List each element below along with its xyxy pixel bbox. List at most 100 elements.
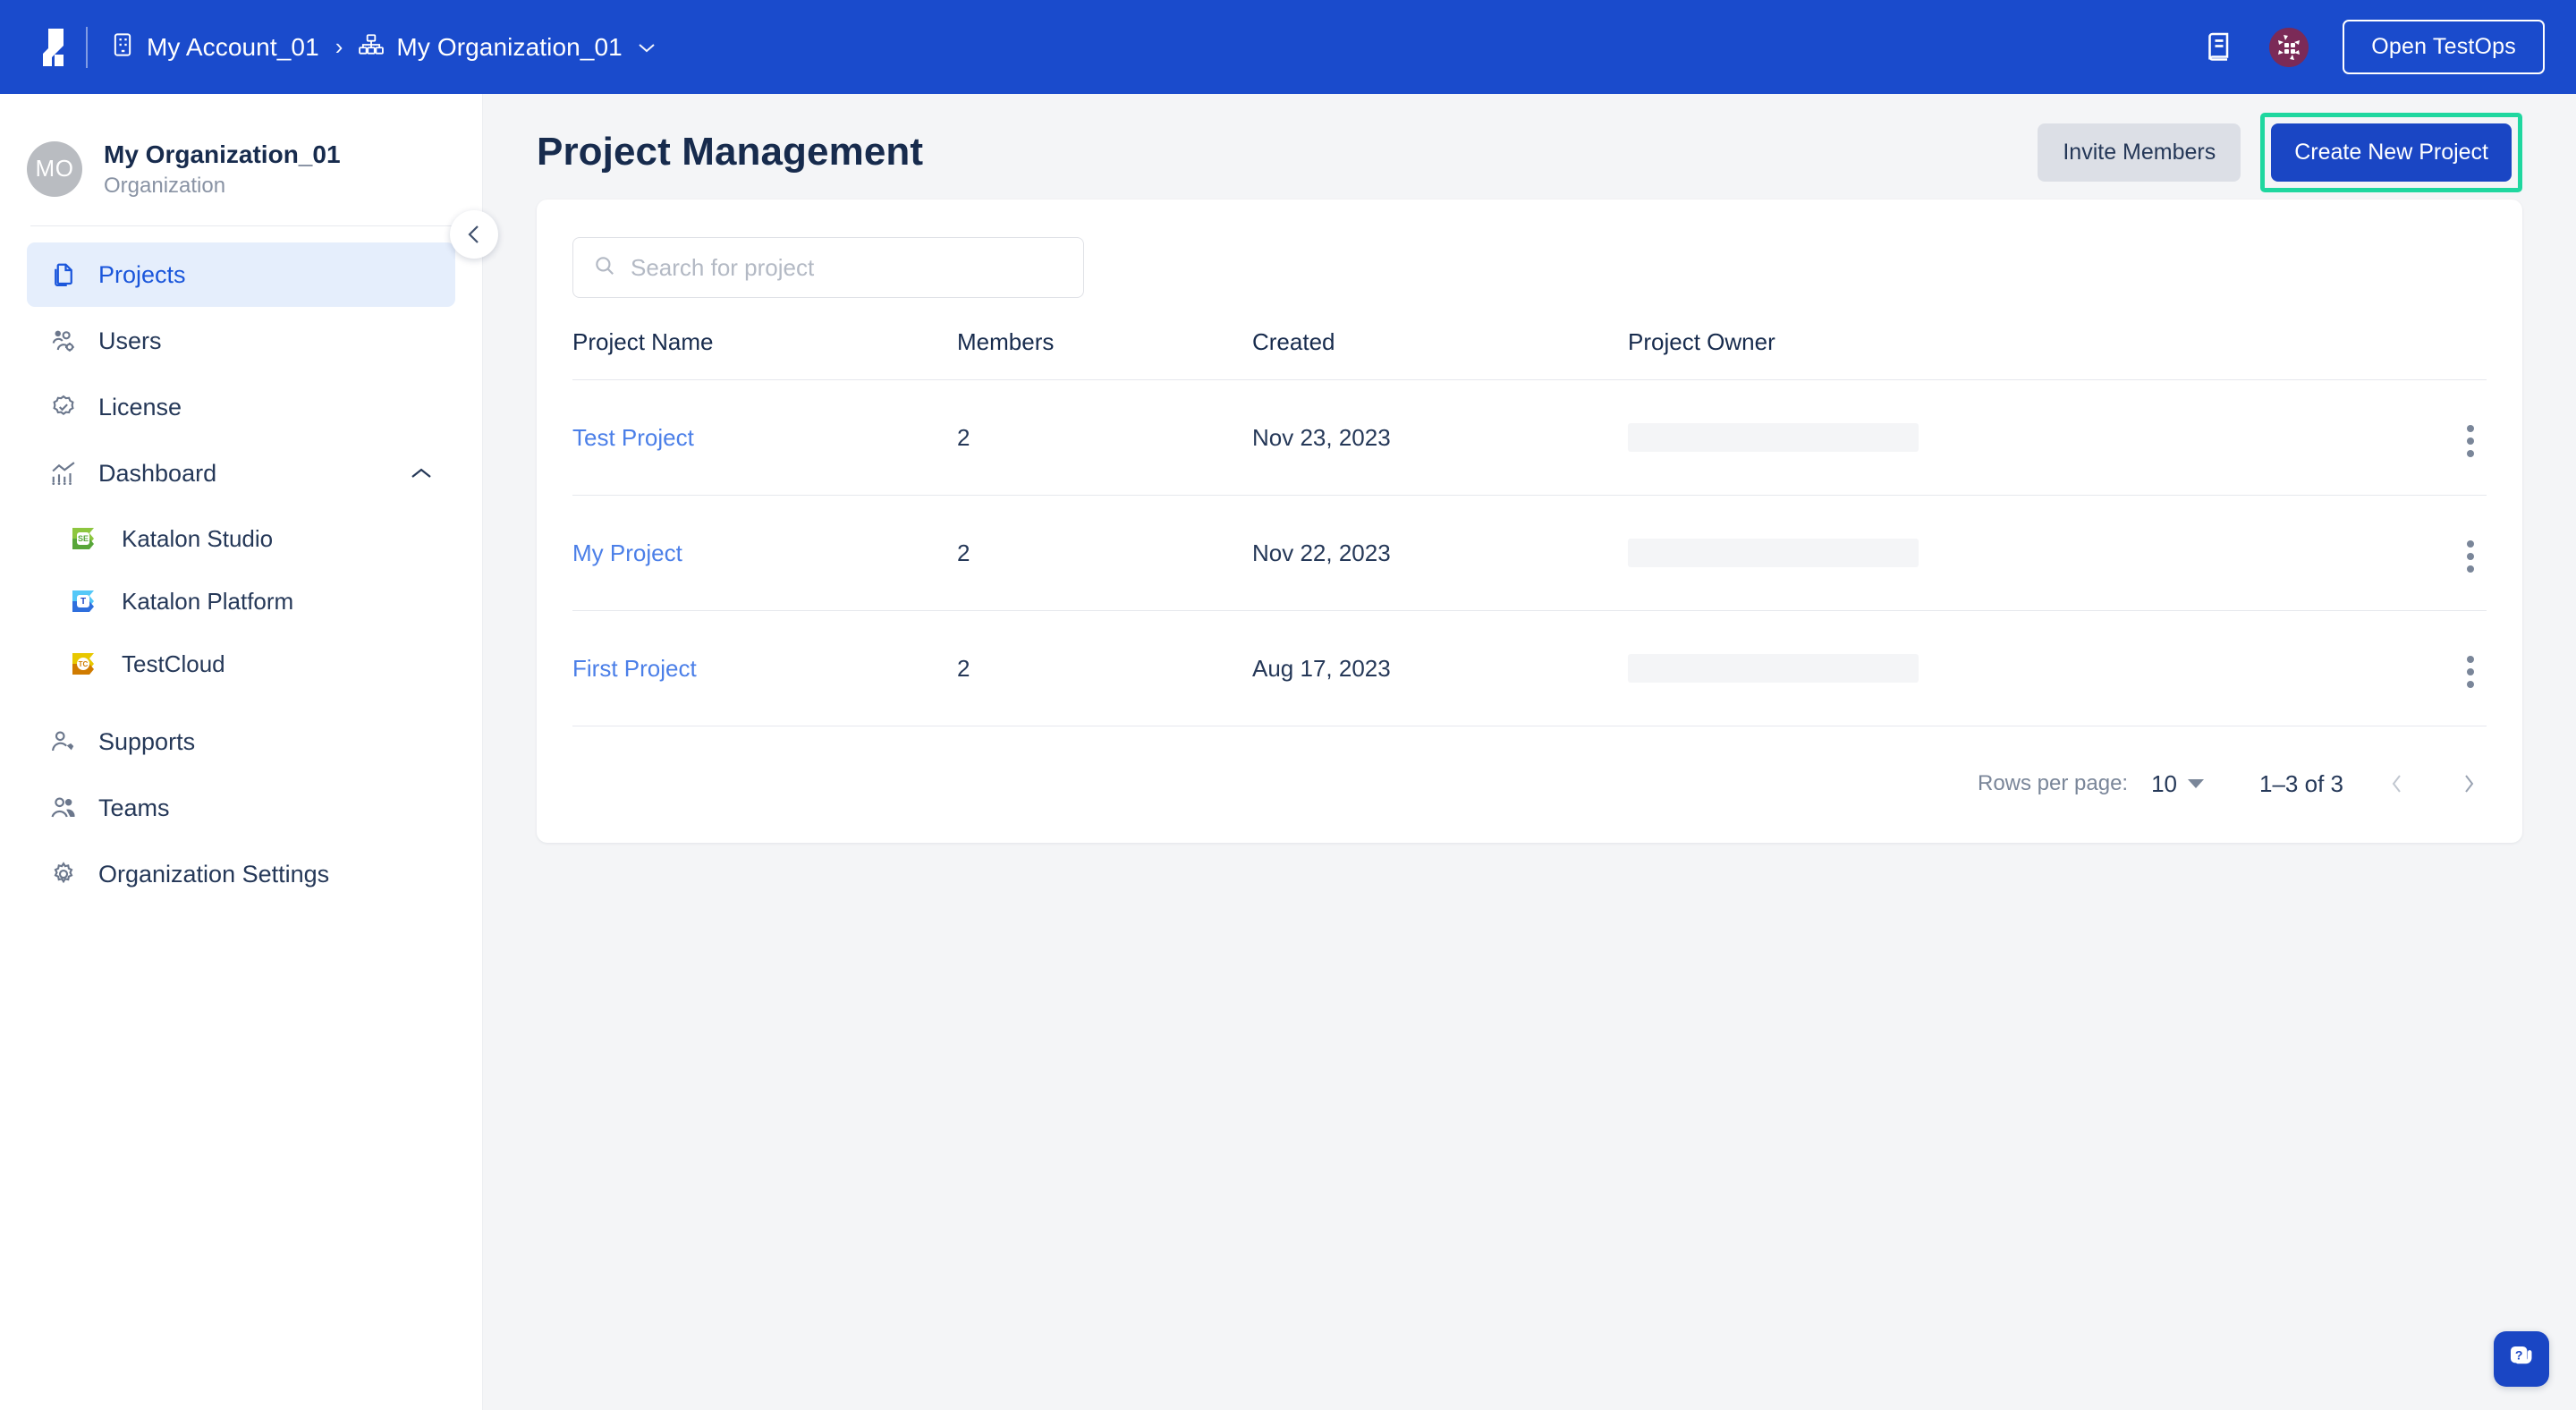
sidebar-subitem-testcloud[interactable]: TC TestCloud	[48, 633, 455, 695]
sidebar-item-supports[interactable]: Supports	[27, 709, 455, 774]
project-name-link[interactable]: First Project	[572, 655, 697, 682]
organization-subtitle: Organization	[104, 174, 341, 199]
project-owner-placeholder	[1628, 423, 1919, 452]
sidebar: MO My Organization_01 Organization Proje…	[0, 94, 483, 1410]
main-content: Project Management Invite Members Create…	[483, 94, 2576, 1410]
search-project-container[interactable]	[572, 237, 1084, 298]
more-vertical-icon[interactable]	[2454, 418, 2487, 464]
more-vertical-icon[interactable]	[2454, 649, 2487, 695]
create-new-project-button[interactable]: Create New Project	[2271, 123, 2512, 182]
rows-per-page-value: 10	[2151, 770, 2177, 798]
sidebar-item-organization-settings[interactable]: Organization Settings	[27, 842, 455, 906]
projects-card: Project Name Members Created Project Own…	[537, 200, 2522, 843]
column-header-created: Created	[1252, 328, 1628, 380]
table-header-row: Project Name Members Created Project Own…	[572, 328, 2487, 380]
chevron-up-icon[interactable]	[409, 465, 434, 481]
katalon-logo[interactable]	[29, 22, 79, 72]
sidebar-item-license-label: License	[98, 394, 182, 421]
sidebar-subitem-katalon-studio-label: Katalon Studio	[122, 525, 273, 553]
table-row: Test Project 2 Nov 23, 2023	[572, 380, 2487, 496]
header-divider	[86, 27, 88, 68]
sidebar-item-organization-settings-label: Organization Settings	[98, 861, 329, 888]
chevron-down-icon	[2188, 779, 2204, 788]
project-created-date: Nov 23, 2023	[1252, 380, 1628, 496]
people-icon	[48, 793, 79, 823]
project-created-date: Nov 22, 2023	[1252, 496, 1628, 611]
sidebar-item-users[interactable]: Users	[27, 309, 455, 373]
book-icon[interactable]	[2203, 31, 2235, 64]
sidebar-item-teams[interactable]: Teams	[27, 776, 455, 840]
organization-name: My Organization_01	[104, 139, 341, 170]
projects-table: Project Name Members Created Project Own…	[572, 328, 2487, 726]
sidebar-subitem-katalon-platform-label: Katalon Platform	[122, 588, 293, 616]
badge-check-icon	[48, 392, 79, 422]
sidebar-subitem-katalon-studio[interactable]: SE Katalon Studio	[48, 507, 455, 570]
project-owner-placeholder	[1628, 539, 1919, 567]
svg-text:?: ?	[2515, 1348, 2523, 1363]
sidebar-item-dashboard[interactable]: Dashboard	[27, 441, 455, 505]
help-button[interactable]: ?	[2494, 1331, 2549, 1387]
breadcrumb-organization-label: My Organization_01	[396, 33, 622, 62]
organization-header[interactable]: MO My Organization_01 Organization	[0, 117, 482, 225]
users-gear-icon	[48, 326, 79, 356]
app-body: MO My Organization_01 Organization Proje…	[0, 94, 2576, 1410]
sidebar-subitem-testcloud-label: TestCloud	[122, 650, 225, 678]
organization-avatar: MO	[27, 141, 82, 197]
pagination-next-button[interactable]	[2451, 766, 2487, 802]
project-owner-placeholder	[1628, 654, 1919, 683]
sidebar-item-projects[interactable]: Projects	[27, 242, 455, 307]
project-name-link[interactable]: Test Project	[572, 424, 694, 451]
top-bar-actions: Open TestOps	[2203, 20, 2545, 74]
org-tree-icon	[359, 33, 384, 61]
search-icon	[593, 254, 616, 282]
pagination-range: 1–3 of 3	[2259, 770, 2343, 798]
project-members-count: 2	[957, 611, 1252, 726]
sidebar-item-projects-label: Projects	[98, 261, 186, 289]
more-vertical-icon[interactable]	[2454, 533, 2487, 580]
column-header-project-name: Project Name	[572, 328, 957, 380]
open-testops-button[interactable]: Open TestOps	[2343, 20, 2545, 74]
svg-text:T: T	[80, 597, 86, 607]
page-header-actions: Invite Members Create New Project	[2038, 113, 2522, 192]
invite-members-button[interactable]: Invite Members	[2038, 123, 2241, 182]
chevron-down-icon[interactable]	[637, 36, 657, 59]
katalon-studio-icon: SE	[70, 522, 102, 555]
sidebar-divider	[30, 225, 452, 226]
pagination-prev-button[interactable]	[2379, 766, 2415, 802]
page-header: Project Management Invite Members Create…	[537, 94, 2522, 200]
projects-table-body: Test Project 2 Nov 23, 2023 My Project 2…	[572, 380, 2487, 726]
sidebar-collapse-button[interactable]	[450, 210, 498, 259]
sidebar-item-teams-label: Teams	[98, 794, 170, 822]
project-name-link[interactable]: My Project	[572, 539, 682, 566]
breadcrumb-separator: ›	[335, 33, 343, 61]
create-project-highlight: Create New Project	[2260, 113, 2522, 192]
gear-icon	[48, 859, 79, 889]
page-title: Project Management	[537, 130, 923, 174]
projects-table-head: Project Name Members Created Project Own…	[572, 328, 2487, 380]
documents-icon	[48, 259, 79, 290]
pagination: Rows per page: 10 1–3 of 3	[572, 726, 2487, 818]
chart-icon	[48, 458, 79, 488]
svg-text:SE: SE	[78, 534, 89, 543]
top-navigation-bar: My Account_01 › My Organization_01	[0, 0, 2576, 94]
project-members-count: 2	[957, 496, 1252, 611]
user-avatar-icon[interactable]	[2269, 28, 2309, 67]
column-header-actions	[2388, 328, 2487, 380]
svg-text:TC: TC	[79, 660, 89, 668]
user-tag-icon	[48, 726, 79, 757]
breadcrumb: My Account_01 › My Organization_01	[111, 32, 657, 62]
rows-per-page-select[interactable]: 10	[2151, 770, 2204, 798]
search-project-input[interactable]	[631, 254, 1063, 282]
sidebar-item-users-label: Users	[98, 327, 162, 355]
sidebar-item-supports-label: Supports	[98, 728, 195, 756]
breadcrumb-account[interactable]: My Account_01	[111, 32, 319, 62]
column-header-project-owner: Project Owner	[1628, 328, 2388, 380]
katalon-platform-icon: T	[70, 585, 102, 617]
sidebar-subitem-katalon-platform[interactable]: T Katalon Platform	[48, 570, 455, 633]
testcloud-icon: TC	[70, 648, 102, 680]
project-created-date: Aug 17, 2023	[1252, 611, 1628, 726]
building-icon	[111, 32, 134, 62]
breadcrumb-organization[interactable]: My Organization_01	[359, 33, 656, 62]
sidebar-item-license[interactable]: License	[27, 375, 455, 439]
breadcrumb-account-label: My Account_01	[147, 33, 319, 62]
